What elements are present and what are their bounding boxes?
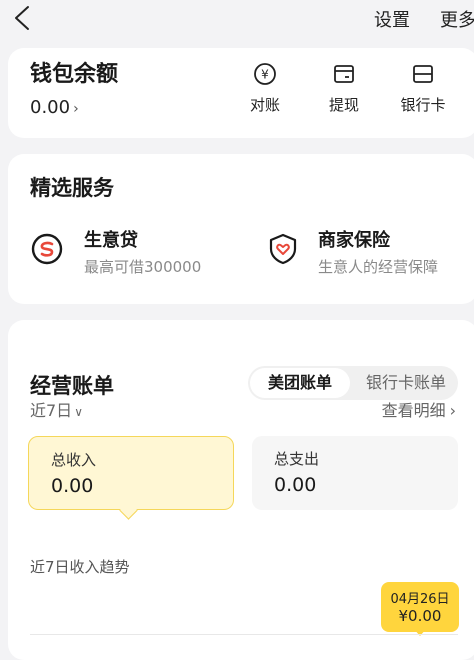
tab-meituan-bill[interactable]: 美团账单 xyxy=(250,368,350,398)
view-details-label: 查看明细 xyxy=(381,401,446,420)
withdraw-label: 提现 xyxy=(328,96,359,114)
chevron-down-icon: ∨ xyxy=(74,405,83,419)
services-title: 精选服务 xyxy=(30,176,114,200)
svg-text:¥: ¥ xyxy=(261,68,269,82)
tab-bank-card-bill[interactable]: 银行卡账单 xyxy=(356,368,456,398)
chevron-right-icon: › xyxy=(449,401,456,420)
period-selector[interactable]: 近7日 ∨ xyxy=(30,397,83,421)
bank-card-label: 银行卡 xyxy=(400,96,446,114)
trend-tooltip: 04月26日 ¥0.00 xyxy=(381,582,459,632)
insurance-service-name[interactable]: 商家保险 xyxy=(318,226,390,252)
insurance-service-sub: 生意人的经营保障 xyxy=(318,258,439,276)
wallet-balance[interactable]: 0.00 › xyxy=(30,97,79,118)
bill-source-toggle: 美团账单 银行卡账单 xyxy=(248,366,458,400)
reconcile-button[interactable]: ¥ 对账 xyxy=(230,62,300,115)
wallet-balance-value: 0.00 xyxy=(30,97,71,118)
total-expense-label: 总支出 xyxy=(274,450,320,468)
wallet-title: 钱包余额 xyxy=(30,62,119,87)
period-label: 近7日 xyxy=(30,401,73,420)
total-expense-box[interactable]: 总支出 0.00 xyxy=(252,436,458,510)
total-income-label: 总收入 xyxy=(51,451,97,469)
bank-card-button[interactable]: 银行卡 xyxy=(388,62,458,115)
reconcile-label: 对账 xyxy=(249,96,280,114)
view-details-link[interactable]: 查看明细 › xyxy=(382,397,456,421)
total-income-value: 0.00 xyxy=(51,475,94,497)
tooltip-value: ¥0.00 xyxy=(398,607,442,625)
loan-service-name[interactable]: 生意贷 xyxy=(84,226,138,252)
income-trend-title: 近7日收入趋势 xyxy=(30,558,130,576)
tooltip-date: 04月26日 xyxy=(390,592,450,607)
total-expense-value: 0.00 xyxy=(274,474,317,496)
trend-chart-baseline xyxy=(30,634,458,635)
top-bar: 设置 更多 xyxy=(0,0,474,48)
loan-service-sub: 最高可借300000 xyxy=(84,258,202,276)
total-income-box[interactable]: 总收入 0.00 xyxy=(28,436,234,510)
chevron-right-icon: › xyxy=(73,101,79,117)
bills-title: 经营账单 xyxy=(30,374,114,398)
loan-icon[interactable] xyxy=(30,232,64,266)
back-arrow-icon[interactable] xyxy=(10,4,38,32)
yuan-circle-icon: ¥ xyxy=(254,63,276,85)
insurance-shield-icon[interactable] xyxy=(266,232,300,266)
settings-link[interactable]: 设置 xyxy=(374,6,410,32)
more-link[interactable]: 更多 xyxy=(440,6,474,32)
withdraw-button[interactable]: 提现 xyxy=(309,62,379,115)
withdraw-card-icon xyxy=(334,65,354,83)
bank-card-icon xyxy=(413,65,433,83)
